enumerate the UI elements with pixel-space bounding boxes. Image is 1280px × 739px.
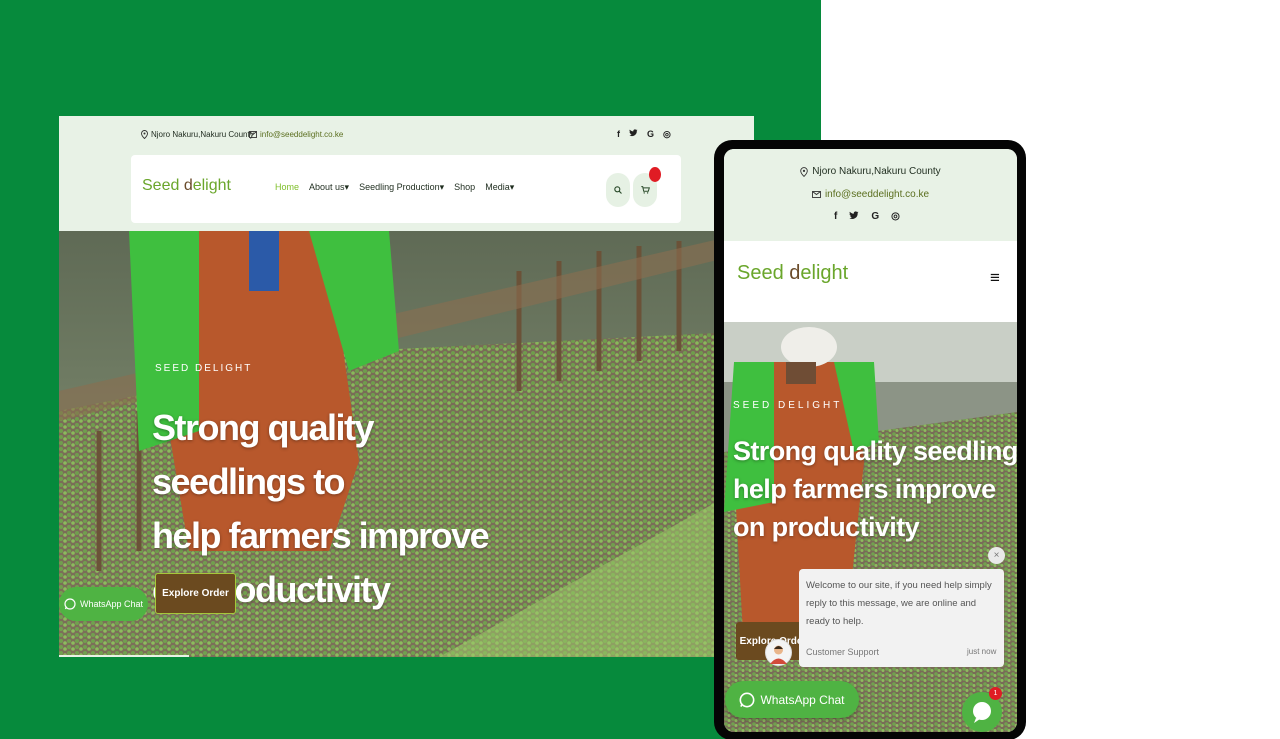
phone-mockup: Njoro Nakuru,Nakuru County info@seeddeli… xyxy=(714,140,1026,739)
mobile-whatsapp-chat-label: WhatsApp Chat xyxy=(760,692,845,707)
logo-word-seed: Seed xyxy=(737,262,790,284)
google-icon[interactable]: G xyxy=(647,129,654,140)
whatsapp-icon xyxy=(64,598,76,610)
mobile-location-info: Njoro Nakuru,Nakuru County xyxy=(724,166,1017,177)
close-icon[interactable]: × xyxy=(988,547,1005,564)
nav-about[interactable]: About us▾ xyxy=(309,182,349,193)
hero-title-line-1: Strong quality seedlings to xyxy=(152,407,375,502)
logo-sprout-letter: d xyxy=(183,177,193,194)
instagram-icon[interactable]: ◎ xyxy=(663,129,671,140)
social-links: f G ◎ xyxy=(617,129,671,140)
cart-count-badge xyxy=(649,167,661,182)
location-text: Njoro Nakuru,Nakuru County xyxy=(151,130,254,139)
mobile-hero-title-line-3: on productivity xyxy=(733,512,920,542)
whatsapp-chat-label: WhatsApp Chat xyxy=(79,599,144,609)
map-pin-icon xyxy=(800,166,809,177)
hero-title-line-2: help farmers improve xyxy=(152,515,490,556)
whatsapp-icon xyxy=(740,692,755,707)
chevron-down-icon: ▾ xyxy=(439,182,445,192)
nav-seedling-production[interactable]: Seedling Production▾ xyxy=(359,182,444,193)
nav-home[interactable]: Home xyxy=(275,182,299,193)
envelope-icon xyxy=(811,191,821,198)
mobile-email-link[interactable]: info@seeddelight.co.ke xyxy=(825,189,929,200)
logo-sprout-letter: d xyxy=(789,262,801,284)
hamburger-menu-icon[interactable]: ≡ xyxy=(990,268,1000,288)
mobile-location-text: Njoro Nakuru,Nakuru County xyxy=(812,166,941,177)
mobile-hero-kicker: SEED DELIGHT xyxy=(733,400,843,411)
mobile-hero-title-line-2: help farmers improve xyxy=(733,474,996,504)
logo-word-seed: Seed xyxy=(142,177,184,194)
location-info: Njoro Nakuru,Nakuru County xyxy=(141,130,254,139)
facebook-icon[interactable]: f xyxy=(834,211,837,223)
mobile-email-info[interactable]: info@seeddelight.co.ke xyxy=(724,189,1017,200)
phone-screen: Njoro Nakuru,Nakuru County info@seeddeli… xyxy=(724,149,1017,732)
email-link[interactable]: info@seeddelight.co.ke xyxy=(260,130,343,139)
nav-media[interactable]: Media▾ xyxy=(485,182,514,193)
chat-popup-message: Welcome to our site, if you need help si… xyxy=(806,580,992,627)
hero-banner: SEED DELIGHT Strong quality seedlings to… xyxy=(59,231,754,657)
hero-kicker: SEED DELIGHT xyxy=(155,363,253,374)
envelope-icon xyxy=(249,131,257,138)
chat-popup-agent: Customer Support xyxy=(806,647,880,657)
mobile-site-logo[interactable]: Seed delight xyxy=(737,262,848,285)
map-pin-icon xyxy=(141,130,148,139)
chat-popup-time: just now xyxy=(967,647,997,656)
facebook-icon[interactable]: f xyxy=(617,129,620,140)
instagram-icon[interactable]: ◎ xyxy=(891,211,900,223)
chevron-down-icon: ▾ xyxy=(509,182,515,192)
chat-notification-badge: 1 xyxy=(989,687,1002,700)
search-icon xyxy=(614,186,622,194)
nav-seedling-label: Seedling Production xyxy=(359,182,440,192)
desktop-topbar: Njoro Nakuru,Nakuru County info@seeddeli… xyxy=(59,116,754,154)
mobile-topbar: Njoro Nakuru,Nakuru County info@seeddeli… xyxy=(724,149,1017,241)
desktop-mockup: Njoro Nakuru,Nakuru County info@seeddeli… xyxy=(59,116,754,657)
mobile-whatsapp-chat-button[interactable]: WhatsApp Chat xyxy=(725,681,859,718)
desktop-navbar: Seed delight Home About us▾ Seedling Pro… xyxy=(131,155,681,223)
slider-progress xyxy=(59,655,189,657)
mobile-hero-title-line-1: Strong quality seedlings to xyxy=(733,436,1017,466)
twitter-icon[interactable] xyxy=(849,211,859,223)
mockup-stage: Njoro Nakuru,Nakuru County info@seeddeli… xyxy=(0,0,1280,739)
nav-about-label: About us xyxy=(309,182,345,192)
nav-media-label: Media xyxy=(485,182,510,192)
mobile-hero-banner: SEED DELIGHT Strong quality seedlings to… xyxy=(724,322,1017,732)
chevron-down-icon: ▾ xyxy=(344,182,350,192)
explore-order-button[interactable]: Explore Order xyxy=(155,573,236,614)
whatsapp-chat-button[interactable]: WhatsApp Chat xyxy=(59,587,148,621)
mobile-hero-title: Strong quality seedlings to help farmers… xyxy=(733,432,1017,546)
cart-icon xyxy=(640,186,650,194)
site-logo[interactable]: Seed delight xyxy=(142,177,231,195)
main-menu: Home About us▾ Seedling Production▾ Shop… xyxy=(275,182,514,193)
nav-shop[interactable]: Shop xyxy=(454,182,475,193)
chat-popup[interactable]: Welcome to our site, if you need help si… xyxy=(799,569,1004,667)
mobile-social-links: f G ◎ xyxy=(834,211,900,223)
google-icon[interactable]: G xyxy=(871,211,879,223)
support-avatar xyxy=(765,639,792,666)
logo-word-elight: elight xyxy=(192,177,231,194)
logo-word-elight: elight xyxy=(800,262,849,284)
twitter-icon[interactable] xyxy=(629,129,638,140)
email-info[interactable]: info@seeddelight.co.ke xyxy=(249,130,343,139)
search-button[interactable] xyxy=(606,173,630,207)
